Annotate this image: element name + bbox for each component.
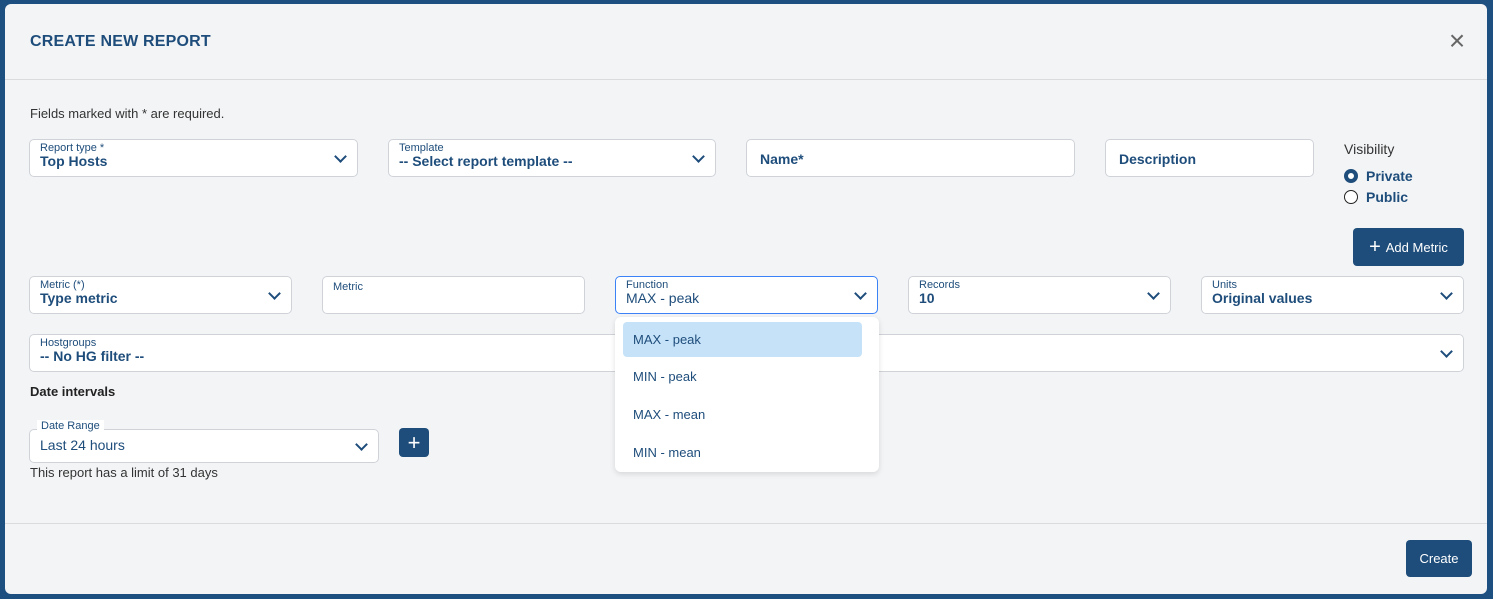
records-value: 10 bbox=[919, 290, 935, 306]
function-option[interactable]: MAX - mean bbox=[623, 397, 862, 432]
chevron-down-icon bbox=[692, 150, 705, 163]
create-label: Create bbox=[1419, 551, 1459, 566]
function-value: MAX - peak bbox=[626, 290, 700, 306]
limit-note: This report has a limit of 31 days bbox=[30, 465, 218, 480]
chevron-down-icon bbox=[268, 287, 281, 300]
chevron-down-icon bbox=[1147, 287, 1160, 300]
divider bbox=[5, 523, 1487, 524]
metric-select-value: Type metric bbox=[40, 290, 118, 306]
radio-label: Private bbox=[1366, 168, 1413, 184]
records-select[interactable]: Records 10 bbox=[908, 276, 1171, 314]
metric-select[interactable]: Metric (*) Type metric bbox=[29, 276, 292, 314]
chevron-down-icon bbox=[1440, 345, 1453, 358]
add-date-range-button[interactable]: + bbox=[399, 428, 429, 457]
function-option[interactable]: MIN - peak bbox=[623, 359, 862, 394]
create-report-modal: CREATE NEW REPORT × Fields marked with *… bbox=[5, 4, 1487, 594]
radio-public[interactable]: Public bbox=[1344, 189, 1408, 205]
metric-input[interactable]: Metric bbox=[322, 276, 585, 314]
function-select[interactable]: Function MAX - peak bbox=[615, 276, 878, 314]
chevron-down-icon bbox=[854, 287, 867, 300]
description-placeholder: Description bbox=[1119, 151, 1197, 167]
date-range-value: Last 24 hours bbox=[40, 437, 125, 453]
units-select[interactable]: Units Original values bbox=[1201, 276, 1464, 314]
name-placeholder: Name* bbox=[760, 151, 804, 167]
required-note: Fields marked with * are required. bbox=[30, 106, 225, 121]
date-range-select[interactable]: Last 24 hours bbox=[29, 429, 379, 463]
report-type-value: Top Hosts bbox=[40, 153, 108, 169]
name-input[interactable]: Name* bbox=[746, 139, 1075, 177]
radio-checked-icon bbox=[1344, 169, 1358, 183]
report-type-select[interactable]: Report type * Top Hosts bbox=[29, 139, 358, 177]
template-value: -- Select report template -- bbox=[399, 153, 573, 169]
plus-icon: + bbox=[1369, 236, 1381, 258]
chevron-down-icon bbox=[355, 438, 368, 451]
function-dropdown: MAX - peak MIN - peak MAX - mean MIN - m… bbox=[615, 317, 879, 472]
chevron-down-icon bbox=[334, 150, 347, 163]
metric-input-label: Metric bbox=[333, 281, 363, 293]
plus-icon: + bbox=[407, 429, 421, 455]
date-range-label: Date Range bbox=[37, 420, 104, 432]
units-value: Original values bbox=[1212, 290, 1313, 306]
function-option[interactable]: MAX - peak bbox=[623, 322, 862, 357]
divider bbox=[5, 79, 1487, 80]
radio-private[interactable]: Private bbox=[1344, 168, 1413, 184]
radio-label: Public bbox=[1366, 189, 1409, 205]
hostgroups-value: -- No HG filter -- bbox=[40, 348, 145, 364]
radio-unchecked-icon bbox=[1344, 190, 1358, 204]
function-option[interactable]: MIN - mean bbox=[623, 435, 862, 470]
chevron-down-icon bbox=[1440, 287, 1453, 300]
template-select[interactable]: Template -- Select report template -- bbox=[388, 139, 716, 177]
description-textarea[interactable]: Description bbox=[1105, 139, 1314, 177]
close-icon[interactable]: × bbox=[1445, 27, 1469, 55]
modal-title: CREATE NEW REPORT bbox=[30, 33, 211, 50]
add-metric-label: Add Metric bbox=[1385, 239, 1448, 255]
date-intervals-title: Date intervals bbox=[30, 384, 116, 399]
add-metric-button[interactable]: + Add Metric bbox=[1353, 228, 1464, 266]
create-button[interactable]: Create bbox=[1406, 540, 1472, 577]
visibility-label: Visibility bbox=[1344, 141, 1395, 157]
